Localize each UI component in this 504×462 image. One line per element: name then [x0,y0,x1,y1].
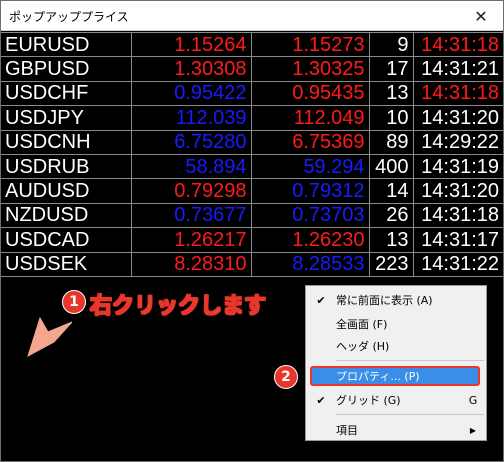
symbol-cell: USDCHF [1,80,132,107]
menu-separator [336,360,484,361]
bid-cell: 0.73677 [130,202,252,229]
menu-item-label: 常に前面に表示 (A) [336,294,433,307]
table-row[interactable]: NZDUSD 0.73677 0.73703 26 14:31:18 [1,202,503,229]
price-table[interactable]: EURUSD 1.15264 1.15273 9 14:31:18 GBPUSD 1.303… [1,31,503,277]
ask-cell: 0.79312 [250,178,370,204]
table-row[interactable]: AUDUSD 0.79298 0.79312 14 14:31:20 [1,178,503,204]
bid-cell: 1.30308 [130,56,252,82]
menu-item-label: プロパティ... (P) [336,370,420,383]
table-row[interactable]: USDSEK 8.28310 8.28533 223 14:31:22 [1,251,503,277]
bid-cell: 0.79298 [130,178,252,204]
symbol-cell: USDRUB [1,153,132,180]
menu-item-label: 全画面 (F) [336,318,388,331]
check-icon: ✔ [316,293,326,307]
context-menu: ✔ 常に前面に表示 (A) 全画面 (F) ヘッダ (H) プロパティ... (… [305,285,487,441]
menu-item-grid[interactable]: ✔ グリッド (G) G [306,390,486,410]
menu-item-label: グリッド (G) [336,394,401,407]
menu-item-columns[interactable]: 項目 ▶ [306,420,486,440]
spread-cell: 13 [368,227,414,253]
time-cell: 14:31:18 [412,202,503,229]
symbol-cell: USDJPY [1,105,132,131]
ask-cell: 0.73703 [250,202,370,229]
ask-cell: 1.26230 [250,227,370,253]
spread-cell: 17 [368,56,414,82]
ask-cell: 1.15273 [250,31,370,58]
check-icon: ✔ [316,393,326,407]
bid-cell: 6.75280 [130,129,252,155]
spread-cell: 400 [368,153,414,180]
title-bar[interactable]: ポップアッププライス ✕ [1,1,503,31]
bid-cell: 1.15264 [130,31,252,58]
step-1-badge: 1 [62,290,86,314]
ask-cell: 1.30325 [250,56,370,82]
spread-cell: 14 [368,178,414,204]
menu-item-always-on-top[interactable]: ✔ 常に前面に表示 (A) [306,290,486,310]
ask-cell: 59.294 [250,153,370,180]
spread-cell: 223 [368,251,414,277]
menu-item-label: ヘッダ (H) [336,340,390,353]
time-cell: 14:29:22 [412,129,503,155]
bid-cell: 0.95422 [130,80,252,107]
symbol-cell: USDCNH [1,129,132,155]
bid-cell: 1.26217 [130,227,252,253]
spread-cell: 89 [368,129,414,155]
bid-cell: 58.894 [130,153,252,180]
menu-item-properties[interactable]: プロパティ... (P) [310,366,480,386]
spread-cell: 13 [368,80,414,107]
close-icon[interactable]: ✕ [459,1,503,31]
table-row[interactable]: USDCHF 0.95422 0.95435 13 14:31:18 [1,80,503,107]
symbol-cell: AUDUSD [1,178,132,204]
menu-item-fullscreen[interactable]: 全画面 (F) [306,314,486,334]
table-row[interactable]: EURUSD 1.15264 1.15273 9 14:31:18 [1,31,503,58]
spread-cell: 10 [368,105,414,131]
table-row[interactable]: USDRUB 58.894 59.294 400 14:31:19 [1,153,503,180]
ask-cell: 8.28533 [250,251,370,277]
time-cell: 14:31:18 [412,31,503,58]
symbol-cell: GBPUSD [1,56,132,82]
bid-cell: 112.039 [130,105,252,131]
table-row[interactable]: USDCAD 1.26217 1.26230 13 14:31:17 [1,227,503,253]
spread-cell: 26 [368,202,414,229]
pointer-arrow-icon [27,316,73,358]
step-1-label: 右クリックします [89,294,267,320]
table-row[interactable]: USDCNH 6.75280 6.75369 89 14:29:22 [1,129,503,155]
menu-item-shortcut: G [468,393,478,407]
time-cell: 14:31:18 [412,80,503,107]
table-row[interactable]: USDJPY 112.039 112.049 10 14:31:20 [1,105,503,131]
menu-item-label: 項目 [336,424,358,437]
time-cell: 14:31:22 [412,251,503,277]
symbol-cell: USDCAD [1,227,132,253]
menu-item-header[interactable]: ヘッダ (H) [306,336,486,356]
time-cell: 14:31:21 [412,56,503,82]
ask-cell: 112.049 [250,105,370,131]
bid-cell: 8.28310 [130,251,252,277]
table-row[interactable]: GBPUSD 1.30308 1.30325 17 14:31:21 [1,56,503,82]
time-cell: 14:31:17 [412,227,503,253]
symbol-cell: NZDUSD [1,202,132,229]
ask-cell: 0.95435 [250,80,370,107]
ask-cell: 6.75369 [250,129,370,155]
symbol-cell: USDSEK [1,251,132,277]
window-title: ポップアッププライス [9,10,129,24]
step-2-badge: 2 [274,365,298,389]
menu-separator [336,414,484,415]
symbol-cell: EURUSD [1,31,132,58]
submenu-arrow-icon: ▶ [469,425,477,435]
time-cell: 14:31:20 [412,105,503,131]
time-cell: 14:31:20 [412,178,503,204]
spread-cell: 9 [368,31,414,58]
time-cell: 14:31:19 [412,153,503,180]
